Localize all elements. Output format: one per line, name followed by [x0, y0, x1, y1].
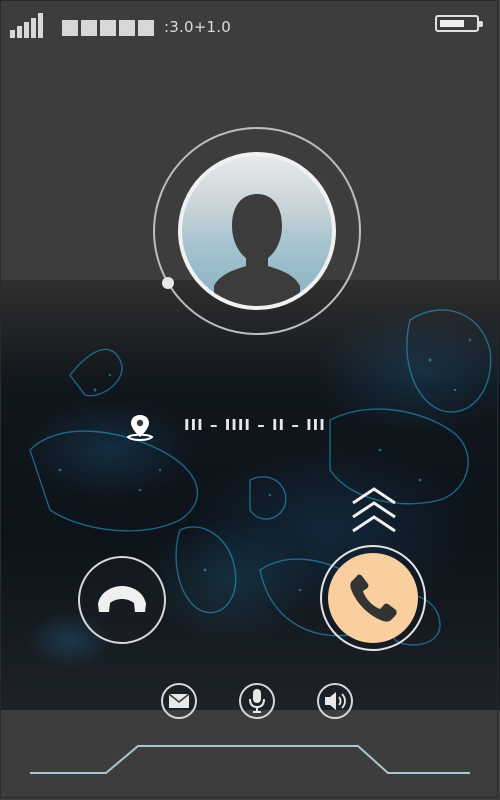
location-pin-icon: [124, 413, 156, 447]
message-envelope-icon: [168, 693, 190, 708]
bottom-frame-decoration: [30, 745, 470, 774]
accept-button-fill: [328, 553, 418, 643]
decline-call-button[interactable]: [78, 556, 166, 644]
carrier-name-placeholder: [62, 20, 154, 36]
network-version-text: :3.0+1.0: [164, 18, 231, 36]
mute-microphone-button[interactable]: [239, 683, 275, 719]
caller-number: III – IIII – II – III: [184, 416, 326, 434]
battery-level: [440, 20, 464, 27]
caller-avatar: [178, 152, 336, 310]
signal-strength-icon: [10, 12, 43, 38]
double-chevron-up-icon: [349, 483, 399, 541]
status-bar: :3.0+1.0: [0, 0, 500, 52]
accept-call-button[interactable]: [320, 545, 426, 651]
hang-up-phone-icon: [98, 586, 146, 612]
speaker-icon: [325, 692, 346, 710]
world-map-background: [0, 280, 500, 710]
incoming-call-screen: :3.0+1.0 III – IIII – II – III: [0, 0, 500, 800]
person-silhouette-icon: [214, 194, 300, 306]
avatar-ring-indicator-dot: [162, 277, 174, 289]
phone-handset-icon: [350, 574, 397, 622]
message-button[interactable]: [161, 683, 197, 719]
battery-icon: [435, 15, 483, 32]
microphone-icon: [249, 689, 265, 713]
speaker-button[interactable]: [317, 683, 353, 719]
